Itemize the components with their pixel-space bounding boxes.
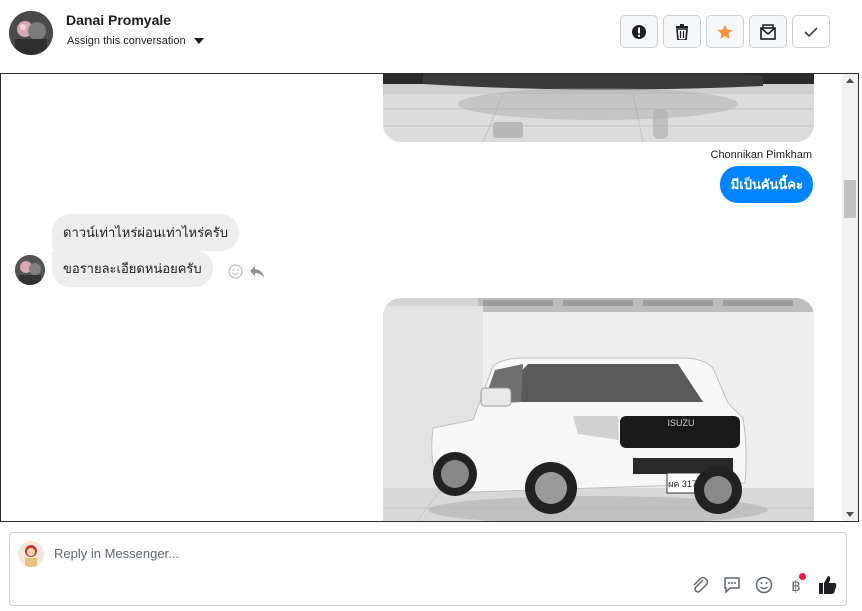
incoming-message-bubble[interactable]: ขอรายละเอียดหน่อยครับ: [52, 250, 213, 287]
thread-scrollbar[interactable]: [842, 74, 858, 521]
reply-arrow-icon[interactable]: [249, 265, 265, 279]
conversation-actions: [620, 15, 830, 48]
reply-composer: ฿: [9, 532, 847, 606]
contact-avatar-small[interactable]: [15, 255, 45, 285]
saved-reply-icon[interactable]: [722, 575, 742, 595]
contact-avatar[interactable]: [9, 11, 53, 55]
paperclip-icon[interactable]: [690, 575, 710, 595]
delete-button[interactable]: [663, 15, 701, 48]
emoji-icon[interactable]: [754, 575, 774, 595]
mark-done-button[interactable]: [792, 15, 830, 48]
outgoing-message-bubble[interactable]: มีเป็นคันนี้คะ: [719, 166, 813, 203]
svg-text:฿: ฿: [791, 577, 801, 594]
reply-input[interactable]: [54, 546, 654, 561]
thumbs-up-icon[interactable]: [818, 575, 838, 595]
incoming-message-bubble[interactable]: ดาวน์เท่าไหร่ผ่อนเท่าไหร่ครับ: [52, 214, 239, 251]
scrollbar-thumb[interactable]: [844, 180, 856, 218]
assign-conversation-dropdown[interactable]: Assign this conversation: [67, 35, 204, 47]
conversation-header: Danai Promyale Assign this conversation: [0, 0, 862, 72]
car-brand-logo: ISUZU: [668, 418, 695, 428]
envelope-icon: [760, 23, 776, 40]
star-icon: [717, 24, 733, 39]
react-emoji-icon[interactable]: [228, 264, 243, 279]
sender-name: Chonnikan Pimkham: [710, 149, 813, 161]
composer-toolbar: ฿: [690, 573, 838, 595]
baht-icon[interactable]: ฿: [786, 573, 806, 595]
scroll-down-arrow-icon[interactable]: [846, 512, 854, 517]
scroll-up-arrow-icon[interactable]: [846, 78, 854, 83]
assign-label: Assign this conversation: [67, 35, 186, 47]
message-actions: [228, 264, 265, 279]
message-thread[interactable]: Chonnikan Pimkham มีเป็นคันนี้คะ ดาวน์เท…: [0, 73, 859, 522]
chevron-down-icon: [193, 38, 204, 44]
car-photo[interactable]: ISUZU ผค 3176: [383, 298, 814, 521]
alert-icon: [632, 24, 646, 39]
page-avatar: [18, 541, 44, 567]
check-icon: [804, 26, 818, 37]
car-photo-previous[interactable]: [383, 74, 814, 142]
trash-icon: [676, 23, 688, 40]
mark-unread-button[interactable]: [749, 15, 787, 48]
contact-name[interactable]: Danai Promyale: [66, 12, 171, 28]
spam-button[interactable]: [620, 15, 658, 48]
notification-dot: [799, 573, 806, 580]
star-button[interactable]: [706, 15, 744, 48]
